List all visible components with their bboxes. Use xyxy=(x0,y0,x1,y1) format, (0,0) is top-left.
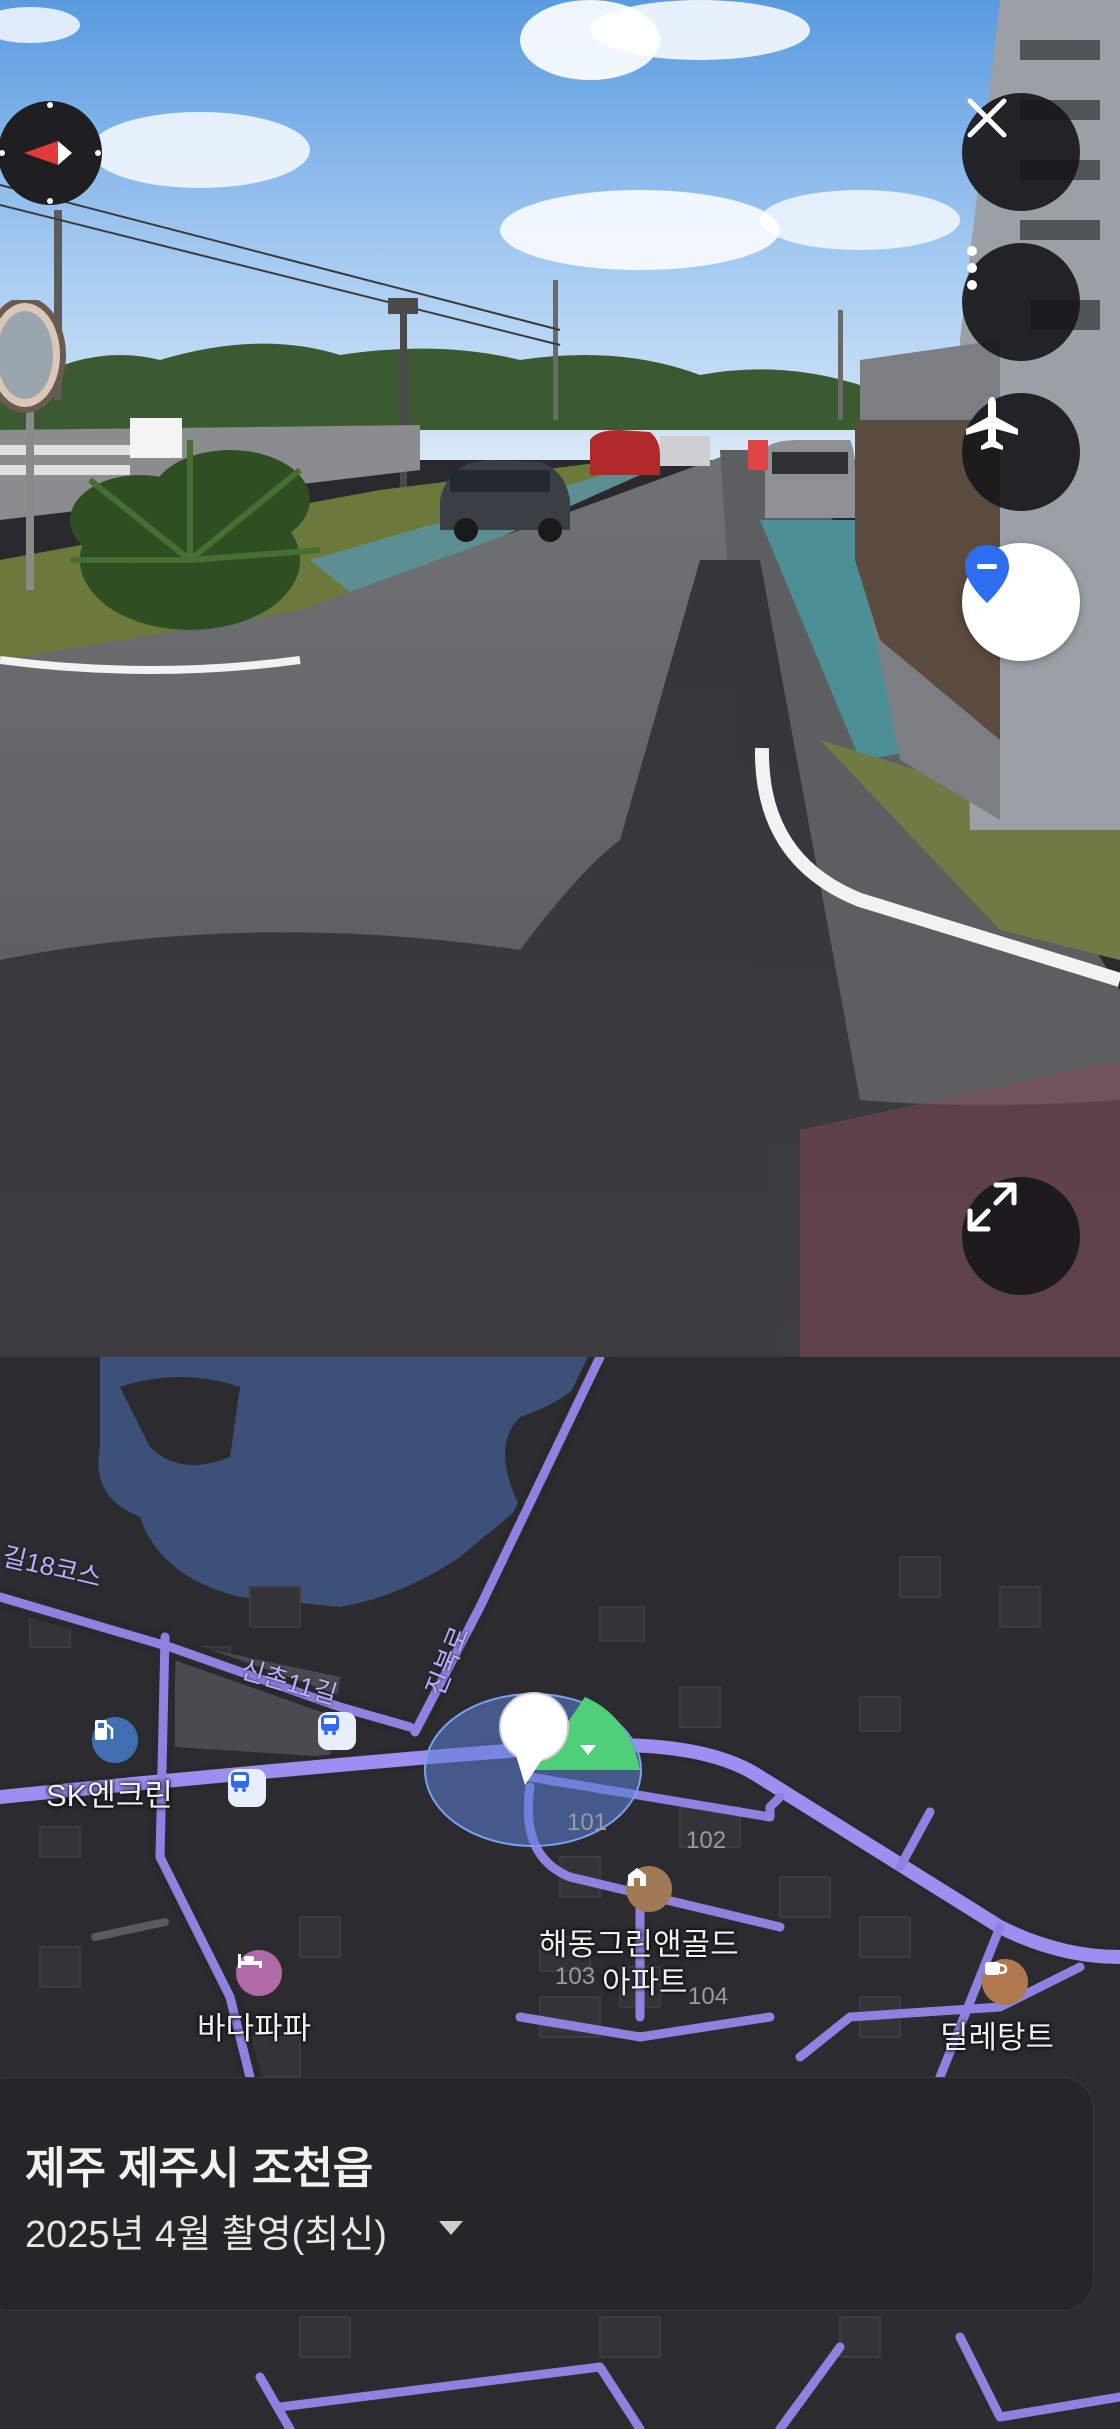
more-vertical-icon xyxy=(967,246,977,290)
bus-stop-icon[interactable] xyxy=(318,1712,356,1750)
building-102: 102 xyxy=(686,1827,727,1854)
lodging-icon[interactable] xyxy=(236,1950,282,1996)
cafe-icon[interactable] xyxy=(982,1959,1028,2005)
poi-label-apartment-line2[interactable]: 아파트 xyxy=(602,1957,688,2002)
close-icon xyxy=(967,98,1007,138)
mirror-object xyxy=(0,300,70,415)
apartment-icon[interactable] xyxy=(626,1866,672,1912)
street-view-image xyxy=(0,0,1120,1357)
flight-view-button[interactable] xyxy=(962,393,1080,511)
building-104: 104 xyxy=(688,1983,729,2010)
airplane-icon xyxy=(966,397,1018,450)
street-view-panorama[interactable] xyxy=(0,0,1120,1357)
bus-stop-icon[interactable] xyxy=(228,1769,266,1807)
location-pin-button[interactable] xyxy=(962,543,1080,661)
expand-icon xyxy=(967,1182,1017,1232)
building-101: 101 xyxy=(567,1809,608,1836)
more-options-button[interactable] xyxy=(962,243,1080,361)
location-info-card[interactable]: 제주 제주시 조천읍 2025년 4월 촬영(최신) xyxy=(0,2077,1094,2311)
location-title: 제주 제주시 조천읍 xyxy=(25,2144,374,2193)
expand-button[interactable] xyxy=(962,1177,1080,1295)
poi-label-pension[interactable]: 바다파파 xyxy=(197,2003,311,2048)
capture-date-selector[interactable]: 2025년 4월 촬영(최신) xyxy=(25,2203,387,2258)
compass-icon[interactable] xyxy=(0,93,108,213)
building-103: 103 xyxy=(555,1963,596,1990)
location-pin-icon xyxy=(965,545,1009,603)
poi-label-cafe[interactable]: 딜레탕트 xyxy=(940,2012,1054,2057)
chevron-down-icon[interactable] xyxy=(439,2221,463,2235)
poi-label-gas-station[interactable]: SK엔크린 xyxy=(46,1770,173,1815)
gas-station-icon[interactable] xyxy=(92,1717,138,1763)
close-button[interactable] xyxy=(962,93,1080,211)
